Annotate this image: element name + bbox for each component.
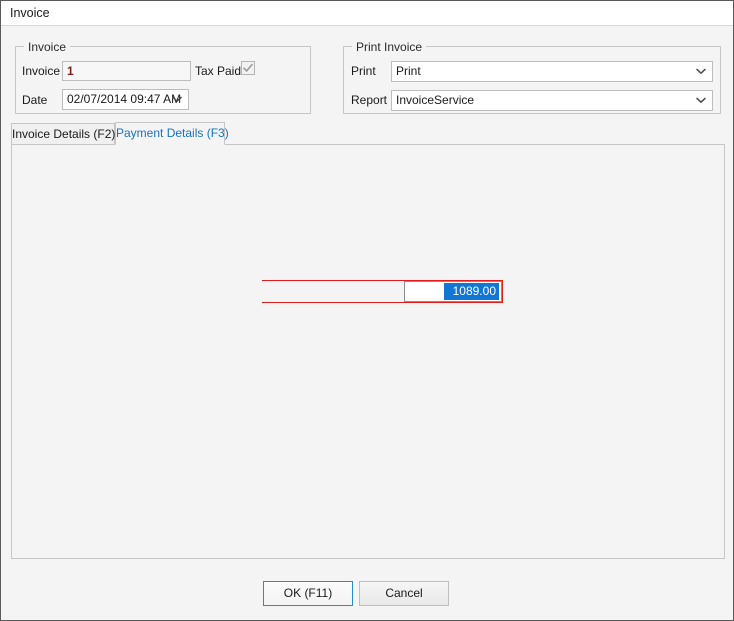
tax-paid-label: Tax Paid [195,64,241,78]
window-title: Invoice [10,6,50,20]
amount-cell-selected-text[interactable]: 1089.00 [444,283,499,300]
chevron-down-icon[interactable] [695,62,707,81]
print-label: Print [351,64,376,78]
tab-invoice-details[interactable]: Invoice Details (F2) [11,123,115,145]
checkmark-icon [242,62,254,74]
print-invoice-group-legend: Print Invoice [352,40,426,54]
print-value: Print [396,62,421,81]
cancel-button[interactable]: Cancel [359,581,449,606]
report-value: InvoiceService [396,91,474,110]
print-combo[interactable]: Print [391,61,713,82]
invoice-date-value: 02/07/2014 09:47 AM [67,90,181,109]
invoice-date-label: Date [22,93,47,107]
invoice-number-input[interactable]: 1 [62,61,191,81]
ok-button[interactable]: OK (F11) [263,581,353,606]
tab-payment-details[interactable]: Payment Details (F3) [115,122,225,145]
invoice-date-combo[interactable]: 02/07/2014 09:47 AM [62,89,189,110]
report-label: Report [351,93,387,107]
tab-panel [11,144,725,559]
invoice-group-legend: Invoice [24,40,70,54]
chevron-down-icon[interactable] [171,90,183,109]
invoice-number-label: Invoice [22,64,60,78]
window-titlebar: Invoice [1,1,733,26]
invoice-window: Invoice Invoice Invoice 1 Tax Paid Date … [0,0,734,621]
report-combo[interactable]: InvoiceService [391,90,713,111]
tax-paid-checkbox[interactable] [241,61,255,75]
chevron-down-icon[interactable] [695,91,707,110]
